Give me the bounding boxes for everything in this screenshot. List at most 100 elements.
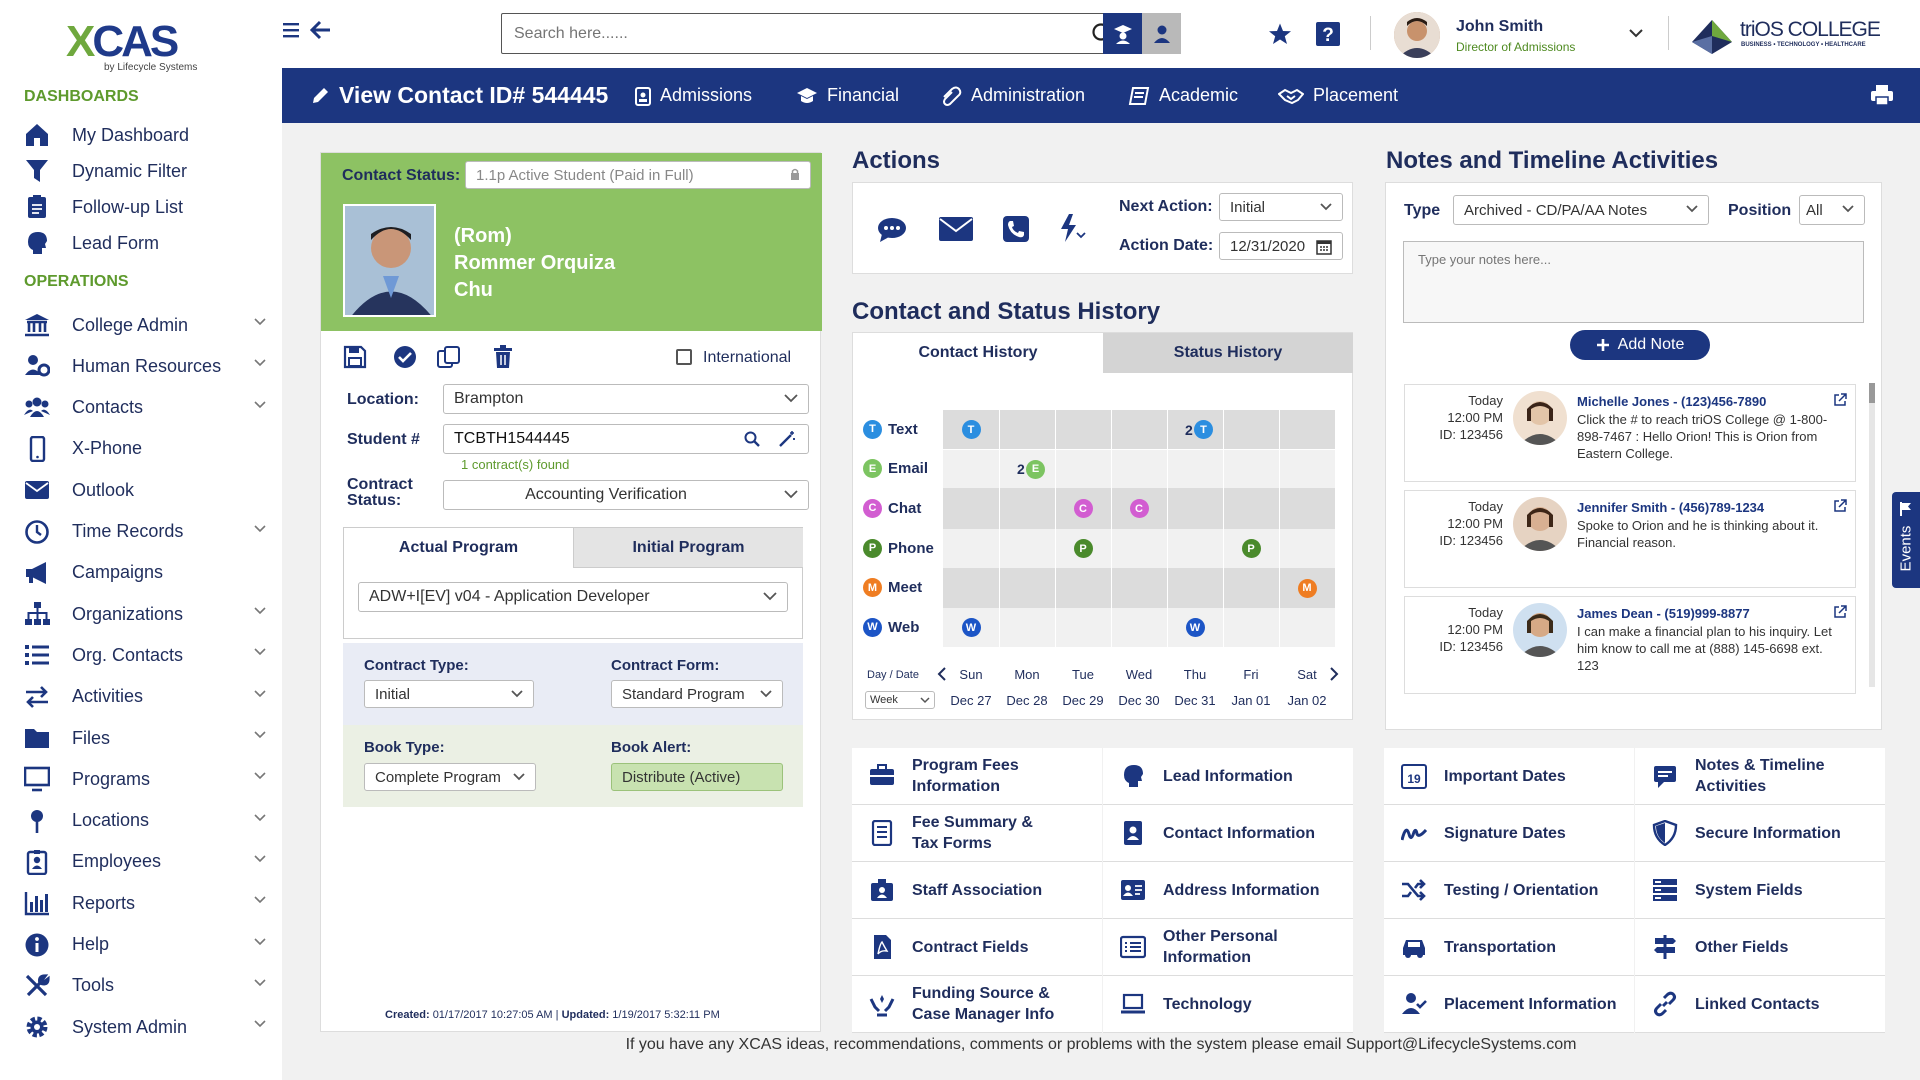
chevron-down-icon[interactable] (254, 690, 266, 698)
chevron-down-icon[interactable] (254, 524, 266, 533)
tab-financial[interactable]: Financial (796, 68, 899, 123)
help-question-icon[interactable]: ? (1316, 22, 1340, 46)
chevron-down-icon[interactable] (1628, 28, 1644, 38)
sidebar-item-org-contacts[interactable]: Org. Contacts (24, 638, 274, 672)
chevron-down-icon[interactable] (254, 855, 266, 863)
tile-transportation[interactable]: Transportation (1384, 919, 1634, 976)
international-checkbox[interactable] (676, 349, 692, 365)
tile-fee-summary-tax-forms[interactable]: Fee Summary & Tax Forms (852, 805, 1102, 862)
book-alert-field[interactable]: Distribute (Active) (611, 763, 783, 791)
note-item[interactable]: Today 12:00 PM ID: 123456 Michelle Jones - … (1404, 384, 1856, 482)
tile-secure-information[interactable]: Secure Information (1635, 805, 1885, 862)
tile-placement-information[interactable]: Placement Information (1384, 976, 1634, 1033)
notes-scrollbar[interactable] (1869, 383, 1875, 687)
user-menu[interactable]: John Smith Director of Admissions (1394, 12, 1644, 58)
star-icon[interactable] (1268, 22, 1292, 46)
chat-bubble-icon[interactable] (877, 217, 907, 243)
sidebar-item-outlook[interactable]: Outlook (24, 473, 274, 507)
sidebar-item-dynamic-filter[interactable]: Dynamic Filter (24, 154, 274, 188)
tab-status-history[interactable]: Status History (1103, 333, 1353, 373)
location-select[interactable]: Brampton (443, 384, 809, 414)
scrollbar-thumb[interactable] (1869, 383, 1875, 403)
tab-academic[interactable]: Academic (1128, 68, 1238, 123)
sidebar-item-x-phone[interactable]: X-Phone (24, 432, 274, 466)
lightning-dropdown-icon[interactable] (1057, 213, 1089, 245)
contact-marker[interactable]: C (1073, 499, 1093, 518)
sidebar-item-programs[interactable]: Programs (24, 762, 274, 796)
note-item[interactable]: Today 12:00 PM ID: 123456 James Dean - (519… (1404, 596, 1856, 694)
chevron-down-icon[interactable] (254, 607, 266, 615)
back-arrow-icon[interactable] (310, 20, 332, 40)
trash-icon[interactable] (493, 345, 513, 369)
chevron-down-icon[interactable] (254, 896, 266, 904)
next-action-select[interactable]: Initial (1219, 193, 1343, 221)
chevron-down-icon[interactable] (254, 937, 266, 946)
note-author[interactable]: James Dean - (519)999-8877 (1577, 606, 1750, 621)
contact-marker[interactable]: C (1129, 499, 1149, 518)
contact-status-field[interactable]: 1.1p Active Student (Paid in Full) (465, 161, 811, 189)
note-author[interactable]: Michelle Jones - (123)456-7890 (1577, 394, 1766, 409)
tile-technology[interactable]: Technology (1103, 976, 1353, 1033)
contact-marker[interactable]: P (1073, 539, 1093, 558)
tab-initial-program[interactable]: Initial Program (573, 528, 803, 568)
contact-marker[interactable]: W (1185, 618, 1205, 637)
events-side-tab[interactable]: Events (1892, 492, 1920, 588)
book-type-select[interactable]: Complete Program (364, 763, 536, 791)
contact-marker[interactable]: M (1297, 578, 1317, 598)
contact-marker[interactable]: T (961, 420, 981, 439)
chevron-down-icon[interactable] (254, 648, 266, 656)
tile-other-fields[interactable]: Other Fields (1635, 919, 1885, 976)
note-type-select[interactable]: Archived - CD/PA/AA Notes (1453, 195, 1709, 225)
chevron-down-icon[interactable] (254, 359, 266, 367)
chevron-down-icon[interactable] (254, 401, 266, 409)
envelope-icon[interactable] (939, 217, 973, 241)
note-author[interactable]: Jennifer Smith - (456)789-1234 (1577, 500, 1764, 515)
tile-staff-association[interactable]: Staff Association (852, 862, 1102, 919)
tab-contact-history[interactable]: Contact History (853, 333, 1103, 373)
sidebar-item-my-dashboard[interactable]: My Dashboard (24, 118, 274, 152)
chevron-down-icon[interactable] (254, 1020, 266, 1028)
tile-funding-source-case-manager-info[interactable]: Funding Source & Case Manager Info (852, 976, 1102, 1033)
contract-form-select[interactable]: Standard Program (611, 680, 783, 708)
tile-other-personal-information[interactable]: Other Personal Information (1103, 919, 1353, 976)
chevron-down-icon[interactable] (254, 814, 266, 822)
sidebar-item-contacts[interactable]: Contacts (24, 391, 274, 425)
note-textarea[interactable] (1403, 241, 1864, 323)
sidebar-item-college-admin[interactable]: College Admin (24, 308, 274, 342)
search-contacts-button[interactable] (1142, 13, 1181, 54)
contract-status-select[interactable]: Accounting Verification (443, 480, 809, 510)
chevron-down-icon[interactable] (254, 979, 266, 987)
hamburger-menu-icon[interactable] (282, 20, 302, 40)
chevron-down-icon[interactable] (254, 731, 266, 739)
tile-system-fields[interactable]: System Fields (1635, 862, 1885, 919)
sidebar-item-employees[interactable]: Employees (24, 845, 274, 879)
position-select[interactable]: All (1799, 195, 1865, 225)
contact-marker[interactable]: T (1194, 420, 1213, 439)
tile-address-information[interactable]: Address Information (1103, 862, 1353, 919)
action-date-input[interactable]: 12/31/2020 (1219, 232, 1343, 260)
tile-testing-orientation[interactable]: Testing / Orientation (1384, 862, 1634, 919)
search-input[interactable] (502, 14, 1062, 53)
print-icon[interactable] (1870, 84, 1894, 106)
tile-linked-contacts[interactable]: Linked Contacts (1635, 976, 1885, 1033)
search-icon[interactable] (744, 431, 760, 447)
sidebar-item-human-resources[interactable]: Human Resources (24, 349, 274, 383)
calendar-icon[interactable] (1316, 239, 1332, 255)
program-select[interactable]: ADW+I[EV] v04 - Application Developer (358, 582, 788, 612)
tile-signature-dates[interactable]: Signature Dates (1384, 805, 1634, 862)
magic-wand-icon[interactable] (778, 430, 796, 448)
phone-icon[interactable] (1003, 216, 1029, 242)
chevron-down-icon[interactable] (254, 318, 266, 326)
contact-marker[interactable]: W (961, 618, 981, 637)
duplicate-icon[interactable] (436, 345, 462, 369)
check-circle-icon[interactable] (393, 345, 417, 369)
sidebar-item-follow-up-list[interactable]: Follow-up List (24, 190, 274, 224)
sidebar-item-reports[interactable]: Reports (24, 886, 274, 920)
tab-admissions[interactable]: Admissions (635, 68, 752, 123)
chevron-down-icon[interactable] (254, 772, 266, 780)
contact-marker[interactable]: P (1241, 539, 1261, 558)
student-number-input[interactable]: TCBTH1544445 (443, 424, 809, 454)
tile-lead-information[interactable]: Lead Information (1103, 748, 1353, 805)
contact-marker[interactable]: E (1026, 459, 1045, 479)
tile-contact-information[interactable]: Contact Information (1103, 805, 1353, 862)
